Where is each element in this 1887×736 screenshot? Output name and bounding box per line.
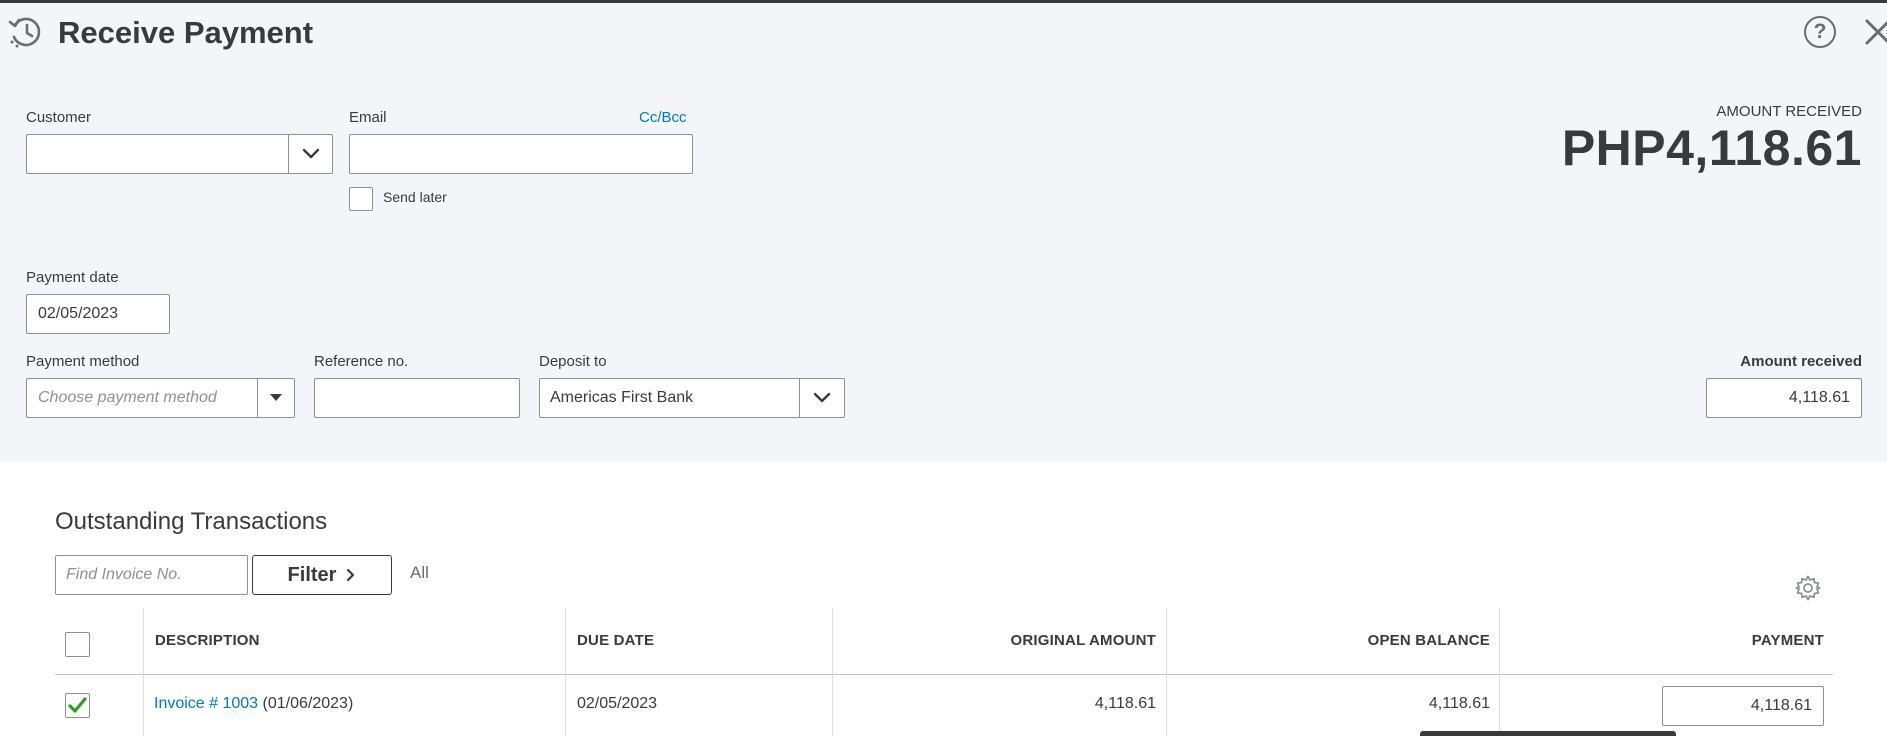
filter-button-label: Filter — [287, 563, 337, 586]
filter-all-label: All — [410, 563, 429, 582]
row-description: Invoice # 1003 (01/06/2023) — [154, 695, 353, 713]
amount-received-input[interactable]: 4,118.61 — [1706, 378, 1862, 418]
payment-date-input[interactable]: 02/05/2023 — [26, 294, 170, 334]
amount-received-label: Amount received — [1740, 353, 1862, 370]
amount-received-total: PHP4,118.61 — [1561, 120, 1862, 176]
payment-date-value: 02/05/2023 — [38, 305, 119, 322]
send-later-label: Send later — [383, 189, 447, 205]
horizontal-scrollbar[interactable] — [1420, 731, 1676, 736]
row-original-amount: 4,118.61 — [1094, 695, 1156, 712]
find-invoice-input[interactable]: Find Invoice No. — [55, 555, 248, 595]
customer-dropdown-button[interactable] — [288, 135, 332, 173]
filter-button[interactable]: Filter — [252, 555, 392, 595]
customer-label: Customer — [26, 109, 92, 126]
payment-date-label: Payment date — [26, 269, 119, 286]
column-header-original-amount[interactable]: ORIGINAL AMOUNT — [1011, 632, 1157, 649]
invoice-date: (01/06/2023) — [262, 695, 354, 712]
invoice-link[interactable]: Invoice # 1003 — [154, 695, 258, 712]
help-icon[interactable]: ? — [1804, 16, 1836, 48]
customer-select[interactable] — [26, 134, 333, 174]
deposit-to-value: Americas First Bank — [550, 389, 694, 406]
find-invoice-placeholder: Find Invoice No. — [66, 566, 182, 583]
row-payment-value: 4,118.61 — [1750, 697, 1812, 714]
history-icon[interactable] — [8, 15, 44, 49]
payment-method-placeholder: Choose payment method — [38, 389, 217, 406]
send-later-checkbox[interactable] — [349, 187, 373, 211]
email-field[interactable] — [349, 134, 693, 174]
row-open-balance: 4,118.61 — [1428, 695, 1490, 712]
check-icon — [68, 697, 87, 713]
row-select-checkbox[interactable] — [65, 693, 90, 718]
payment-method-dropdown-button[interactable] — [257, 379, 294, 417]
table-row: Invoice # 1003 (01/06/2023) 02/05/2023 4… — [55, 676, 1833, 736]
payment-method-label: Payment method — [26, 353, 140, 370]
chevron-right-icon — [347, 568, 355, 582]
chevron-down-icon — [813, 392, 831, 403]
deposit-to-dropdown-button[interactable] — [799, 379, 844, 417]
column-header-payment[interactable]: PAYMENT — [1752, 632, 1824, 649]
row-due-date: 02/05/2023 — [577, 695, 658, 712]
transactions-table-header: DESCRIPTION DUE DATE ORIGINAL AMOUNT OPE… — [55, 608, 1833, 675]
select-all-checkbox[interactable] — [65, 632, 90, 657]
amount-received-caption: AMOUNT RECEIVED — [1716, 103, 1862, 120]
caret-down-icon — [270, 394, 282, 401]
cc-bcc-link[interactable]: Cc/Bcc — [639, 109, 687, 126]
reference-label: Reference no. — [314, 353, 409, 370]
email-label: Email — [349, 109, 387, 126]
amount-received-input-value: 4,118.61 — [1788, 389, 1850, 406]
deposit-to-select[interactable]: Americas First Bank — [539, 378, 845, 418]
column-header-open-balance[interactable]: OPEN BALANCE — [1368, 632, 1490, 649]
reference-input[interactable] — [314, 378, 520, 418]
column-header-description[interactable]: DESCRIPTION — [155, 632, 260, 649]
row-payment-input[interactable]: 4,118.61 — [1662, 686, 1824, 726]
deposit-to-label: Deposit to — [539, 353, 607, 370]
outstanding-transactions-title: Outstanding Transactions — [55, 508, 328, 535]
payment-method-select[interactable]: Choose payment method — [26, 378, 295, 418]
gear-icon[interactable] — [1794, 574, 1822, 602]
page-title: Receive Payment — [58, 15, 314, 50]
column-header-due-date[interactable]: DUE DATE — [577, 632, 654, 649]
close-icon[interactable] — [1862, 16, 1887, 48]
chevron-down-icon — [302, 148, 319, 159]
